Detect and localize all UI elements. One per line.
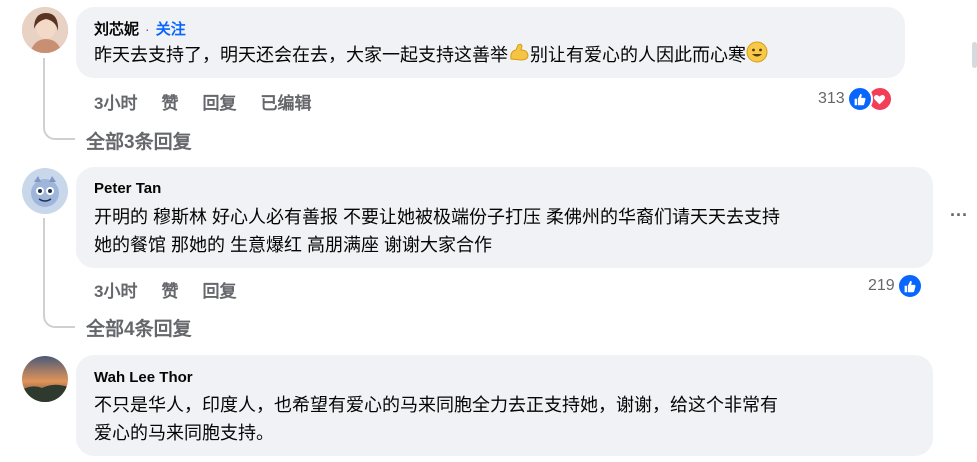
- avatar[interactable]: [22, 356, 68, 402]
- comment-author[interactable]: Wah Lee Thor: [94, 369, 193, 386]
- comment-header: 刘芯妮 · 关注: [94, 18, 186, 39]
- comment-actions: 3小时 赞 回复: [94, 277, 236, 302]
- comment-actions: 3小时 赞 回复 已编辑: [94, 89, 311, 114]
- reaction-count: 219: [868, 277, 895, 294]
- like-button[interactable]: 赞: [161, 277, 178, 302]
- like-icon: [846, 86, 873, 112]
- separator-dot: ·: [145, 20, 150, 37]
- comment-author[interactable]: Peter Tan: [94, 180, 161, 197]
- scrollbar[interactable]: [972, 42, 977, 68]
- reaction-summary[interactable]: 313: [818, 86, 893, 112]
- comment-text-part: 昨天去支持了，明天还会在去，大家一起支持这善举: [94, 45, 508, 65]
- avatar[interactable]: [22, 7, 68, 53]
- comment-text: 昨天去支持了，明天还会在去，大家一起支持这善举 别让有爱心的人因此而心寒: [94, 41, 768, 71]
- comment-text-part: 别让有爱心的人因此而心寒: [530, 45, 746, 65]
- view-replies-link[interactable]: 全部4条回复: [86, 314, 192, 341]
- thread-line: [43, 218, 75, 328]
- reaction-count: 313: [818, 90, 845, 107]
- comment-text-line: 爱心的马来同胞支持。: [94, 423, 274, 443]
- reply-button[interactable]: 回复: [202, 89, 236, 114]
- comment-text-line: 她的餐馆 那她的 生意爆红 高朋满座 谢谢大家合作: [94, 235, 493, 255]
- reply-button[interactable]: 回复: [202, 277, 236, 302]
- like-icon: [896, 273, 923, 299]
- avatar-photo-icon: [22, 356, 68, 402]
- comment-text-line: 开明的 穆斯林 好心人必有善报 不要让她被极端份子打压 柔佛州的华裔们请天天去支…: [94, 207, 780, 227]
- reaction-summary[interactable]: 219: [868, 273, 923, 299]
- view-replies-link[interactable]: 全部3条回复: [86, 127, 192, 154]
- avatar-photo-icon: [22, 7, 68, 53]
- avatar-photo-icon: [22, 168, 68, 214]
- timestamp[interactable]: 3小时: [94, 277, 137, 302]
- avatar[interactable]: [22, 168, 68, 214]
- like-button[interactable]: 赞: [161, 89, 178, 114]
- thread-line: [43, 58, 75, 140]
- smiling-face-icon: [746, 41, 768, 71]
- follow-button[interactable]: 关注: [156, 18, 186, 39]
- timestamp[interactable]: 3小时: [94, 89, 137, 114]
- comment-author[interactable]: 刘芯妮: [94, 18, 139, 39]
- comment-text-line: 不只是华人，印度人，也希望有爱心的马来同胞全力去正支持她，谢谢，给这个非常有: [94, 395, 778, 415]
- edited-label: 已编辑: [260, 94, 312, 113]
- more-options-button[interactable]: ···: [950, 205, 968, 226]
- flexed-biceps-icon: [508, 41, 530, 71]
